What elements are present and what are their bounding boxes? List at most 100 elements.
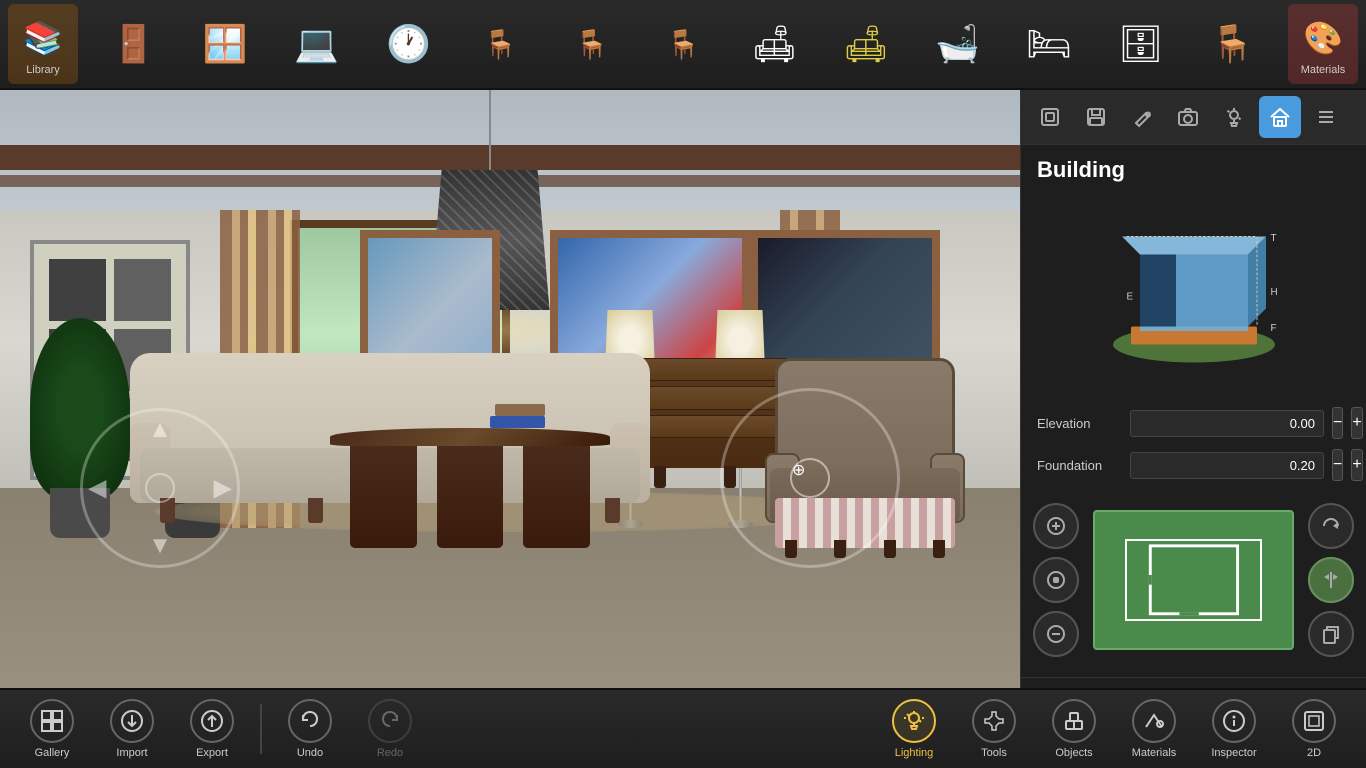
- import-btn[interactable]: Import: [92, 694, 172, 764]
- lighting-label: Lighting: [895, 747, 934, 759]
- camera-tool-btn[interactable]: [1167, 96, 1209, 138]
- furniture-sofa-pink[interactable]: 🛋: [739, 9, 809, 79]
- foundation-label: Foundation: [1037, 458, 1122, 473]
- elevation-input[interactable]: [1130, 410, 1324, 437]
- light-tool-btn[interactable]: [1213, 96, 1255, 138]
- materials-button[interactable]: 🎨 Materials: [1288, 4, 1358, 84]
- coffee-table: [330, 428, 610, 548]
- inspector-btn[interactable]: Inspector: [1194, 694, 1274, 764]
- gallery-icon: [30, 699, 74, 743]
- undo-label: Undo: [297, 747, 323, 759]
- building-diagram: T H E F: [1094, 195, 1294, 395]
- rotate-btn[interactable]: [1308, 503, 1354, 549]
- gallery-label: Gallery: [35, 747, 70, 759]
- save-tool-btn[interactable]: [1075, 96, 1117, 138]
- building-svg: T H E F: [1104, 205, 1284, 385]
- lighting-btn[interactable]: Lighting: [874, 694, 954, 764]
- lamp-cord: [489, 90, 491, 170]
- furniture-bathtub[interactable]: 🛁: [923, 9, 993, 79]
- undo-btn[interactable]: Undo: [270, 694, 350, 764]
- library-button[interactable]: 📚 Library: [8, 4, 78, 84]
- plant-large: [30, 318, 130, 538]
- panel-toolbar: [1021, 90, 1366, 145]
- coffee-table-top: [330, 428, 610, 446]
- paint-tool-btn[interactable]: [1121, 96, 1163, 138]
- materials-icon: 🎨: [1297, 12, 1349, 64]
- furniture-laptop[interactable]: 💻: [282, 9, 352, 79]
- materials-btn[interactable]: Materials: [1114, 694, 1194, 764]
- building-section: Building T H E F: [1021, 145, 1366, 503]
- redo-btn[interactable]: Redo: [350, 694, 430, 764]
- armchair: [765, 358, 965, 558]
- svg-text:T: T: [1270, 233, 1276, 244]
- export-btn[interactable]: Export: [172, 694, 252, 764]
- objects-icon: [1052, 699, 1096, 743]
- armchair-legs: [785, 540, 945, 558]
- 2d-icon: [1292, 699, 1336, 743]
- home-tool-btn[interactable]: [1259, 96, 1301, 138]
- tools-btn[interactable]: Tools: [954, 694, 1034, 764]
- furniture-clock[interactable]: 🕐: [373, 9, 443, 79]
- bottom-toolbar: Gallery Import Export Undo Redo Lighting: [0, 688, 1366, 768]
- mirror-btn[interactable]: [1308, 557, 1354, 603]
- furniture-window[interactable]: 🪟: [190, 9, 260, 79]
- elevation-plus-btn[interactable]: +: [1351, 407, 1362, 439]
- 2d-btn[interactable]: 2D: [1274, 694, 1354, 764]
- furniture-bed[interactable]: 🛏: [1014, 9, 1084, 79]
- svg-text:E: E: [1126, 292, 1133, 303]
- foundation-plus-btn[interactable]: +: [1351, 449, 1362, 481]
- materials-icon: [1132, 699, 1176, 743]
- lighting-icon: [892, 699, 936, 743]
- import-icon: [110, 699, 154, 743]
- section-divider: [1021, 677, 1366, 686]
- furniture-chair-red2[interactable]: 🪑: [1197, 9, 1267, 79]
- elevation-label: Elevation: [1037, 416, 1122, 431]
- furniture-door[interactable]: 🚪: [99, 9, 169, 79]
- foundation-row: Foundation − +: [1037, 449, 1350, 481]
- inspector-icon: [1212, 699, 1256, 743]
- coffee-table-legs: [350, 446, 590, 548]
- materials-bottom-label: Materials: [1132, 747, 1177, 759]
- separator-1: [260, 704, 262, 754]
- right-panel: Building T H E F: [1020, 90, 1366, 688]
- furniture-sofa-yellow[interactable]: 🛋: [831, 9, 901, 79]
- foundation-input[interactable]: [1130, 452, 1324, 479]
- 3d-viewport[interactable]: ▲ ▼ ◀ ▶ ⊕: [0, 90, 1020, 688]
- gallery-btn[interactable]: Gallery: [12, 694, 92, 764]
- export-label: Export: [196, 747, 228, 759]
- elevation-row: Elevation − +: [1037, 407, 1350, 439]
- library-icon: 📚: [17, 12, 69, 64]
- select-tool-btn[interactable]: [1029, 96, 1071, 138]
- redo-icon: [368, 699, 412, 743]
- book-2: [495, 404, 545, 416]
- furniture-chair-red[interactable]: 🪑: [465, 9, 535, 79]
- list-tool-btn[interactable]: [1305, 96, 1347, 138]
- add-story-btn[interactable]: [1033, 503, 1079, 549]
- elevation-minus-btn[interactable]: −: [1332, 407, 1343, 439]
- foundation-minus-btn[interactable]: −: [1332, 449, 1343, 481]
- remove-story-btn[interactable]: [1033, 611, 1079, 657]
- furniture-armchair-pink[interactable]: 🪑: [648, 9, 718, 79]
- plant-foliage-large: [30, 318, 130, 498]
- svg-text:H: H: [1270, 287, 1277, 298]
- tools-label: Tools: [981, 747, 1007, 759]
- furniture-strip: 🚪 🪟 💻 🕐 🪑 🪑 🪑 🛋 🛋 🛁 🛏 🗄 🪑: [78, 9, 1288, 79]
- import-label: Import: [116, 747, 147, 759]
- plant-pot-large: [50, 488, 110, 538]
- floor-plan-outline: [1125, 539, 1263, 621]
- floor-plan-preview[interactable]: [1093, 510, 1294, 650]
- books: [490, 398, 550, 428]
- library-label: Library: [26, 64, 60, 76]
- 2d-label: 2D: [1307, 747, 1321, 759]
- floor-plan-svg: [1127, 541, 1261, 619]
- redo-label: Redo: [377, 747, 403, 759]
- view-story-btn[interactable]: [1033, 557, 1079, 603]
- copy-btn[interactable]: [1308, 611, 1354, 657]
- furniture-armchair-yellow[interactable]: 🪑: [556, 9, 626, 79]
- top-toolbar: 📚 Library 🚪 🪟 💻 🕐 🪑 🪑 🪑 🛋 🛋 🛁 🛏 🗄 🪑 🎨 Ma…: [0, 0, 1366, 90]
- materials-label: Materials: [1301, 64, 1346, 76]
- objects-btn[interactable]: Objects: [1034, 694, 1114, 764]
- furniture-drawer[interactable]: 🗄: [1106, 9, 1176, 79]
- left-actions: [1033, 503, 1079, 657]
- undo-icon: [288, 699, 332, 743]
